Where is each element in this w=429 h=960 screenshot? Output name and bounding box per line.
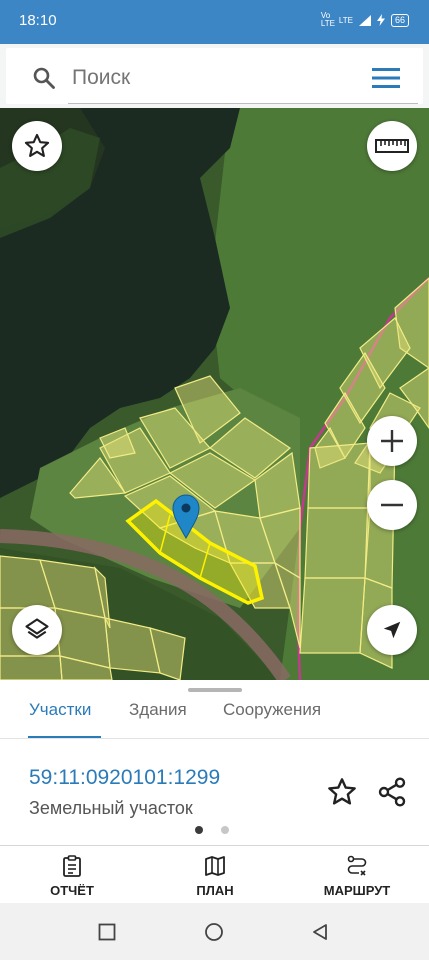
sheet-drag-handle[interactable] <box>188 688 242 692</box>
map-plan-icon <box>205 856 225 876</box>
system-navigation-bar <box>0 903 429 960</box>
nav-report-label: ОТЧЁТ <box>50 883 94 898</box>
map-view[interactable] <box>0 108 429 680</box>
measure-map-button[interactable] <box>367 121 417 171</box>
bottom-navigation: ОТЧЁТ ПЛАН МАРШРУТ <box>0 845 429 903</box>
battery-indicator: 66 <box>390 13 409 27</box>
report-clipboard-icon <box>63 855 81 877</box>
search-box <box>6 48 423 104</box>
pager-dot[interactable] <box>221 826 229 834</box>
share-icon[interactable] <box>376 776 408 808</box>
search-icon[interactable] <box>32 66 56 90</box>
status-icons: Vo LTE LTE 66 <box>321 12 409 28</box>
tab-parcels[interactable]: Участки <box>29 700 91 720</box>
star-outline-icon <box>24 133 50 157</box>
my-location-button[interactable] <box>367 605 417 655</box>
charging-icon <box>376 14 385 26</box>
nav-plan-label: ПЛАН <box>196 883 234 898</box>
search-bar-area <box>0 44 429 108</box>
navigation-arrow-icon <box>383 621 401 639</box>
nav-route[interactable]: МАРШРУТ <box>297 846 417 904</box>
parcel-cadastral-number[interactable]: 59:11:0920101:1299 <box>29 766 220 790</box>
object-tabs: Участки Здания Сооружения <box>0 698 429 740</box>
nav-plan[interactable]: ПЛАН <box>155 846 275 904</box>
zoom-in-button[interactable] <box>367 416 417 466</box>
parcel-type: Земельный участок <box>29 798 193 818</box>
search-input[interactable] <box>72 64 352 92</box>
ruler-icon <box>375 139 409 153</box>
star-outline-icon[interactable] <box>326 776 358 808</box>
tab-buildings[interactable]: Здания <box>129 700 187 720</box>
layers-map-button[interactable] <box>12 605 62 655</box>
bottom-sheet: Участки Здания Сооружения 59:11:0920101:… <box>0 680 429 845</box>
status-time: 18:10 <box>19 12 57 29</box>
lte-indicator: LTE <box>338 15 353 25</box>
status-bar: 18:10 Vo LTE LTE 66 <box>0 0 429 44</box>
signal-icon <box>358 14 371 26</box>
layers-icon <box>25 618 49 639</box>
home-icon[interactable] <box>204 922 224 942</box>
hamburger-menu-icon[interactable] <box>372 68 400 88</box>
search-underline <box>68 103 418 104</box>
minus-icon <box>381 503 403 507</box>
nav-report[interactable]: ОТЧЁТ <box>12 846 132 904</box>
volte-indicator: Vo LTE <box>320 11 335 28</box>
zoom-out-button[interactable] <box>367 480 417 530</box>
route-icon <box>347 855 367 876</box>
back-icon[interactable] <box>311 923 329 941</box>
recent-apps-icon[interactable] <box>98 923 116 941</box>
satellite-map[interactable] <box>0 108 429 680</box>
nav-route-label: МАРШРУТ <box>323 883 391 898</box>
tabs-divider <box>0 738 429 739</box>
favorites-map-button[interactable] <box>12 121 62 171</box>
tab-structures[interactable]: Сооружения <box>223 700 321 720</box>
result-pager <box>195 826 229 834</box>
pager-dot-active[interactable] <box>195 826 203 834</box>
plus-icon <box>381 430 403 452</box>
